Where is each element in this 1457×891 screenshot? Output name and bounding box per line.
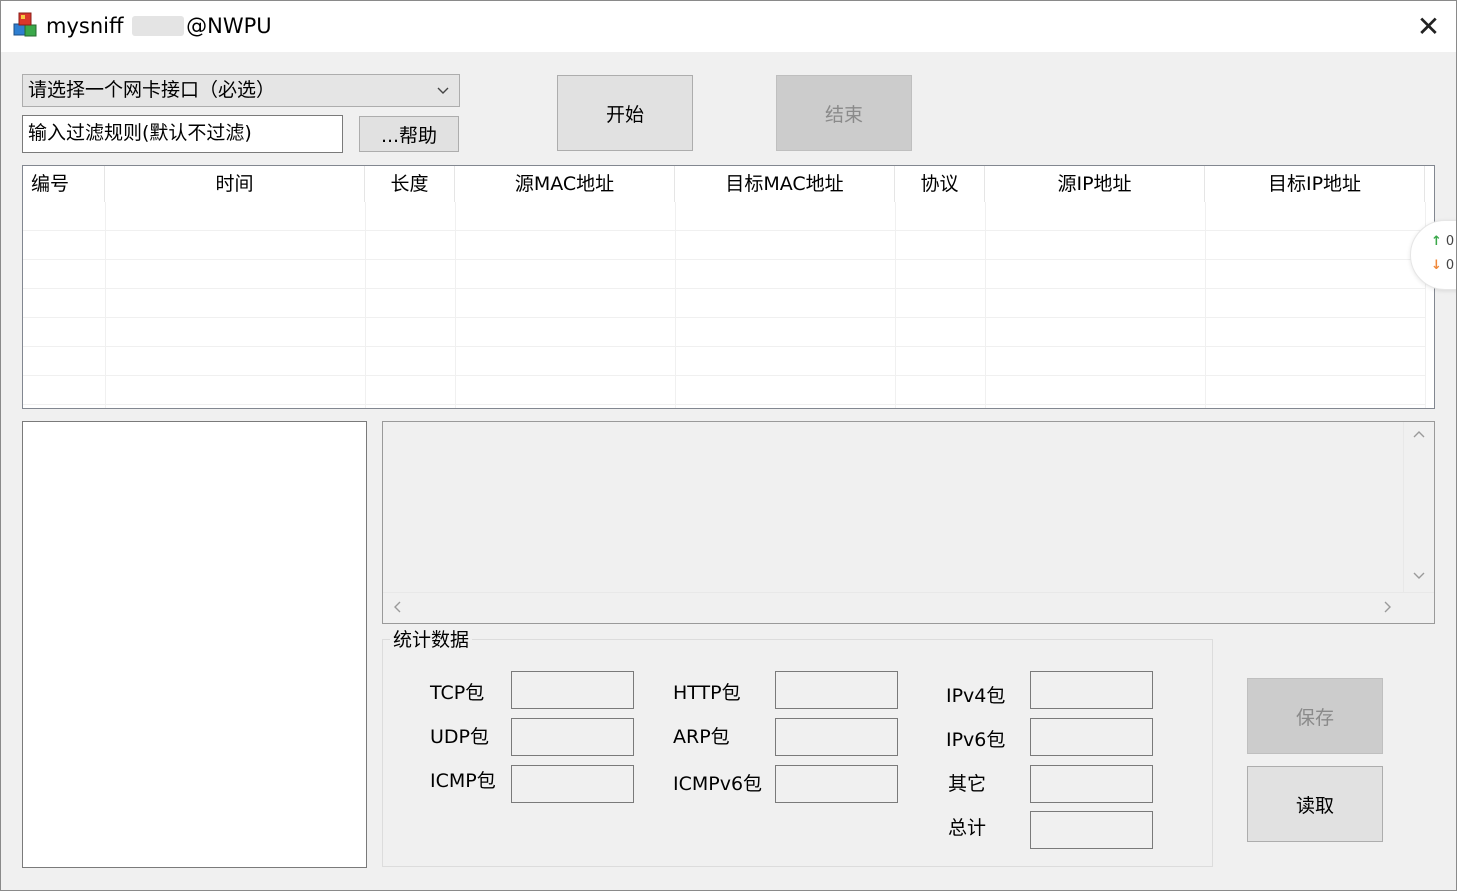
arrow-up-icon: ↑ [1431,234,1442,249]
http-label: HTTP包 [673,682,741,704]
table-row[interactable] [23,202,1426,231]
icmpv6-label: ICMPv6包 [673,773,763,795]
chevron-down-icon[interactable] [1412,568,1426,586]
udp-count-field[interactable] [511,718,634,756]
packet-table[interactable]: 编号 时间 长度 源MAC地址 目标MAC地址 协议 源IP地址 目标IP地址 [22,165,1435,409]
ipv4-count-field[interactable] [1030,671,1153,709]
table-row[interactable] [23,376,1426,405]
interface-select[interactable]: 请选择一个网卡接口（必选） [22,74,460,107]
title-prefix: mysniff [46,14,124,38]
icmpv6-count-field[interactable] [775,765,898,803]
save-button[interactable]: 保存 [1247,678,1383,754]
column-header-protocol[interactable]: 协议 [895,166,985,202]
column-header-index[interactable]: 编号 [23,166,105,202]
icmp-label: ICMP包 [430,770,496,792]
column-header-length[interactable]: 长度 [365,166,455,202]
arrow-down-icon: ↓ [1431,258,1442,273]
window-title: mysniff @NWPU [46,12,272,40]
other-label: 其它 [948,773,987,795]
total-label: 总计 [948,817,987,839]
close-button[interactable]: ✕ [1400,0,1457,52]
chevron-up-icon[interactable] [1412,428,1426,446]
column-header-time[interactable]: 时间 [105,166,365,202]
column-header-src-mac[interactable]: 源MAC地址 [455,166,675,202]
horizontal-scrollbar[interactable] [383,592,1434,623]
ipv6-count-field[interactable] [1030,718,1153,756]
download-speed: ↓ 0 [1431,258,1455,273]
other-count-field[interactable] [1030,765,1153,803]
udp-label: UDP包 [430,726,489,748]
arp-count-field[interactable] [775,718,898,756]
packet-detail-panel[interactable] [382,421,1435,624]
chevron-right-icon[interactable] [1380,600,1394,618]
upload-speed: ↑ 0 [1431,234,1455,249]
title-suffix: @NWPU [186,14,272,38]
help-button[interactable]: ...帮助 [359,116,459,152]
close-icon: ✕ [1416,9,1441,43]
arp-label: ARP包 [673,726,730,748]
total-count-field[interactable] [1030,811,1153,849]
chevron-down-icon [436,75,450,118]
table-row[interactable] [23,347,1426,376]
column-header-src-ip[interactable]: 源IP地址 [985,166,1205,202]
app-cubes-icon [13,12,39,40]
table-row[interactable] [23,231,1426,260]
ipv4-label: IPv4包 [946,685,1006,707]
interface-select-value: 请选择一个网卡接口（必选） [28,79,276,101]
chevron-left-icon[interactable] [391,600,405,618]
tcp-count-field[interactable] [511,671,634,709]
ipv6-label: IPv6包 [946,729,1006,751]
start-button[interactable]: 开始 [557,75,693,151]
redacted-name [132,16,185,36]
tcp-label: TCP包 [430,682,485,704]
end-button[interactable]: 结束 [776,75,912,151]
packet-tree-panel[interactable] [22,421,367,868]
icmp-count-field[interactable] [511,765,634,803]
filter-input[interactable]: 输入过滤规则(默认不过滤) [22,115,343,153]
column-header-dst-mac[interactable]: 目标MAC地址 [675,166,895,202]
http-count-field[interactable] [775,671,898,709]
read-button[interactable]: 读取 [1247,766,1383,842]
table-row[interactable] [23,289,1426,318]
column-header-dst-ip[interactable]: 目标IP地址 [1205,166,1425,202]
stats-group-title: 统计数据 [390,626,473,654]
table-header: 编号 时间 长度 源MAC地址 目标MAC地址 协议 源IP地址 目标IP地址 [23,166,1425,202]
vertical-scrollbar[interactable] [1403,422,1434,592]
table-row[interactable] [23,260,1426,289]
table-row[interactable] [23,318,1426,347]
